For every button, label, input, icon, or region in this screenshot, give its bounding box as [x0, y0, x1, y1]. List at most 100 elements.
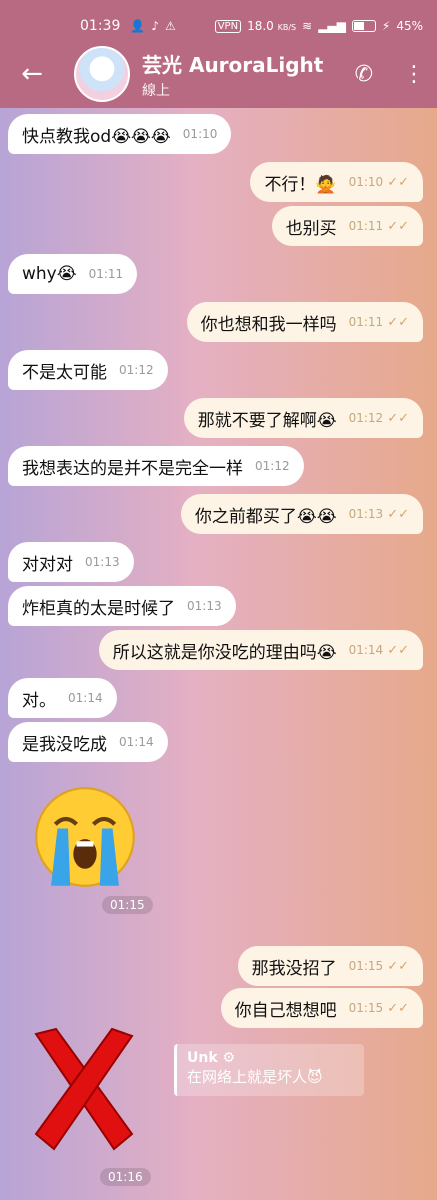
- warning-icon: ⚠: [164, 19, 176, 33]
- message-text: 炸柜真的太是时候了: [22, 598, 175, 619]
- message-time: 01:10: [182, 127, 218, 141]
- message-meta: 01:15 ✓✓: [349, 959, 409, 974]
- message-meta: 01:11: [89, 267, 124, 281]
- reply-text: 在网络上就是坏人😈: [187, 1068, 323, 1086]
- message-meta: 01:14 ✓✓: [349, 643, 409, 658]
- more-vert-icon[interactable]: ⋮: [403, 62, 425, 87]
- message-text: 对对对: [22, 554, 73, 575]
- reply-card[interactable]: Unk ⚙ 在网络上就是坏人😈: [174, 1044, 364, 1096]
- message-time: 01:14: [119, 735, 154, 749]
- message-time: 01:11: [348, 315, 384, 329]
- message-meta: 01:12: [119, 363, 154, 377]
- battery-icon: [351, 20, 376, 32]
- chat-area[interactable]: 快点教我od😭😭😭 01:10 不行！🙅 01:10 ✓✓ 也别买 01:11 ✓✓…: [0, 108, 437, 1200]
- message-text: 你之前都买了😭😭: [194, 506, 337, 527]
- message-text: 那就不要了解啊😭: [197, 410, 337, 431]
- message-time: 01:12: [348, 411, 384, 425]
- message-text: why😭: [22, 264, 77, 284]
- message-out[interactable]: 所以这就是你没吃的理由吗😭 01:14 ✓✓: [98, 630, 423, 670]
- message-time: 01:14: [68, 691, 103, 705]
- message-out[interactable]: 那我没招了 01:15 ✓✓: [237, 946, 423, 986]
- message-text: 对。: [22, 690, 56, 711]
- chat-title: 芸光 AuroraLight: [142, 52, 324, 77]
- message-meta: 01:12 ✓✓: [349, 411, 409, 426]
- user-add-icon: 👤: [130, 19, 146, 33]
- message-meta: 01:13: [85, 555, 120, 569]
- online-status: 線上: [142, 82, 170, 99]
- message-text: 你也想和我一样吗: [200, 314, 337, 335]
- read-check-icon: ✓✓: [387, 174, 409, 190]
- message-meta: 01:14: [68, 691, 103, 705]
- message-meta: 01:13: [187, 599, 222, 613]
- chat-title-block[interactable]: 芸光 AuroraLight 線上: [142, 49, 323, 100]
- message-time: 01:15: [348, 1001, 384, 1015]
- message-out[interactable]: 你也想和我一样吗 01:11 ✓✓: [186, 302, 423, 342]
- sticker-time: 01:15: [102, 896, 153, 914]
- message-text: 不是太可能: [22, 362, 107, 383]
- message-meta: 01:14: [119, 735, 154, 749]
- message-text: 不行！🙅: [264, 174, 337, 195]
- message-in[interactable]: 是我没吃成 01:14: [8, 722, 168, 762]
- sticker-time: 01:16: [100, 1168, 151, 1186]
- message-out[interactable]: 你自己想想吧 01:15 ✓✓: [220, 988, 423, 1028]
- message-in[interactable]: 炸柜真的太是时候了 01:13: [8, 586, 236, 626]
- sender-badge-icon: ⚙: [222, 1050, 236, 1066]
- read-check-icon: ✓✓: [387, 506, 409, 522]
- message-meta: 01:10: [183, 127, 218, 141]
- avatar[interactable]: [74, 46, 130, 102]
- message-out[interactable]: 你之前都买了😭😭 01:13 ✓✓: [180, 494, 423, 534]
- message-in[interactable]: 对。 01:14: [8, 678, 117, 718]
- phone-icon[interactable]: ✆: [355, 62, 373, 87]
- net-speed-unit: KB/S: [277, 23, 297, 32]
- message-meta: 01:10 ✓✓: [349, 175, 409, 190]
- message-time: 01:13: [85, 555, 120, 569]
- read-check-icon: ✓✓: [387, 958, 409, 974]
- chat-header: ← 芸光 AuroraLight 線上 ✆ ⋮: [0, 40, 437, 108]
- message-meta: 01:13 ✓✓: [349, 507, 409, 522]
- reply-sender-name: Unk: [187, 1050, 218, 1066]
- status-right: VPN 18.0 KB/S ≋ ▂▄▆ ⚡ 45%: [214, 19, 423, 33]
- message-meta: 01:11 ✓✓: [349, 315, 409, 330]
- message-time: 01:14: [348, 643, 384, 657]
- red-cross-sticker[interactable]: [26, 1024, 142, 1164]
- message-time: 01:12: [119, 363, 154, 377]
- message-out[interactable]: 那就不要了解啊😭 01:12 ✓✓: [183, 398, 423, 438]
- tiktok-icon: ♪: [151, 19, 159, 33]
- message-time: 01:12: [255, 459, 290, 473]
- back-arrow-icon[interactable]: ←: [12, 54, 52, 94]
- read-check-icon: ✓✓: [387, 218, 409, 234]
- message-text: 你自己想想吧: [234, 1000, 337, 1021]
- message-time: 01:10: [348, 175, 384, 189]
- vpn-icon: VPN: [214, 19, 242, 33]
- wifi-icon: ≋: [302, 19, 313, 33]
- message-out[interactable]: 也别买 01:11 ✓✓: [271, 206, 423, 246]
- message-in[interactable]: why😭 01:11: [8, 254, 138, 294]
- message-text: 我想表达的是并不是完全一样: [22, 458, 243, 479]
- message-time: 01:13: [348, 507, 384, 521]
- message-out[interactable]: 不行！🙅 01:10 ✓✓: [250, 162, 423, 202]
- message-in[interactable]: 对对对 01:13: [8, 542, 134, 582]
- reply-sender: Unk ⚙: [187, 1050, 354, 1066]
- read-check-icon: ✓✓: [387, 642, 409, 658]
- read-check-icon: ✓✓: [387, 314, 409, 330]
- message-text: 所以这就是你没吃的理由吗😭: [112, 642, 337, 663]
- message-in[interactable]: 快点教我od😭😭😭 01:10: [8, 114, 232, 154]
- read-check-icon: ✓✓: [387, 410, 409, 426]
- header-actions: ✆ ⋮: [355, 62, 425, 87]
- read-check-icon: ✓✓: [387, 1000, 409, 1016]
- message-in[interactable]: 不是太可能 01:12: [8, 350, 168, 390]
- notification-icons: 👤 ♪ ⚠: [130, 19, 175, 33]
- message-time: 01:11: [348, 219, 384, 233]
- status-time: 01:39: [80, 18, 121, 34]
- message-meta: 01:12: [255, 459, 290, 473]
- net-speed: 18.0 KB/S: [247, 19, 296, 33]
- net-speed-value: 18.0: [247, 19, 274, 33]
- message-time: 01:15: [348, 959, 384, 973]
- message-in[interactable]: 我想表达的是并不是完全一样 01:12: [8, 446, 304, 486]
- message-time: 01:11: [88, 267, 124, 281]
- message-meta: 01:11 ✓✓: [349, 219, 409, 234]
- message-text: 也别买: [285, 218, 337, 239]
- signal-icon: ▂▄▆: [318, 19, 346, 33]
- crying-face-sticker[interactable]: [32, 784, 138, 890]
- charging-icon: ⚡: [381, 19, 391, 33]
